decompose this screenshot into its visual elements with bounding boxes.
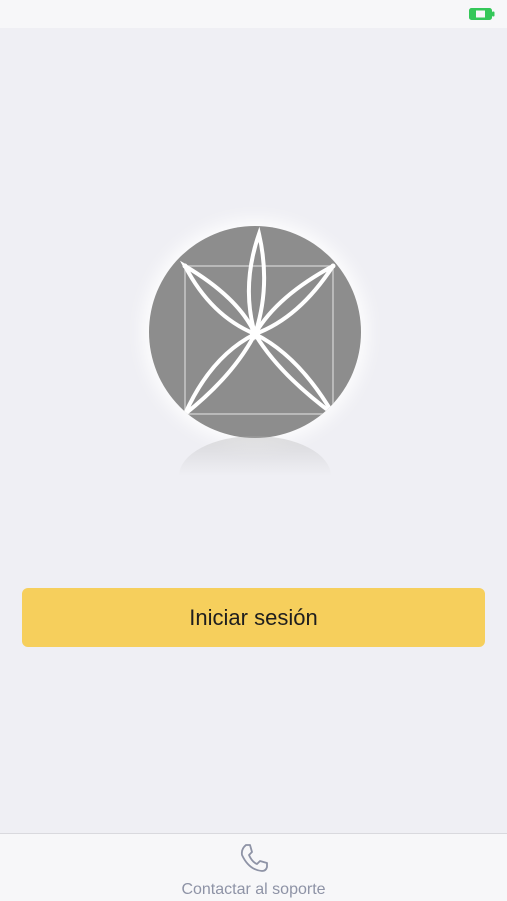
status-bar bbox=[0, 0, 507, 28]
logo-reflection bbox=[179, 436, 331, 476]
phone-icon bbox=[240, 844, 268, 872]
contact-support-label: Contactar al soporte bbox=[181, 881, 326, 898]
bottom-bar: Contactar al soporte bbox=[0, 833, 507, 901]
login-button[interactable]: Iniciar sesión bbox=[22, 588, 485, 647]
app-logo bbox=[143, 218, 369, 480]
contact-support-button[interactable]: Contactar al soporte bbox=[153, 838, 354, 900]
battery-icon bbox=[469, 8, 495, 20]
flower-logo-icon bbox=[149, 226, 361, 438]
